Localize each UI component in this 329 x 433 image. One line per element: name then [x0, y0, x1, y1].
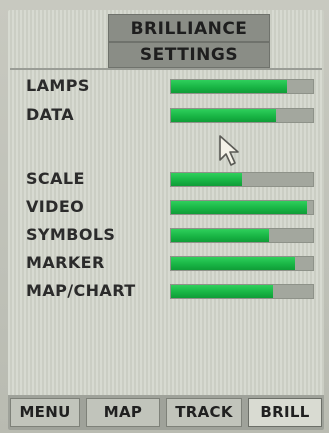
page-title: BRILLIANCE SETTINGS [108, 14, 270, 68]
slider-fill [171, 285, 274, 298]
setting-label: MARKER [26, 253, 105, 272]
slider-fill [171, 80, 288, 93]
title-divider [109, 41, 269, 43]
tab-track[interactable]: TRACK [166, 398, 242, 427]
slider-fill [171, 257, 295, 270]
slider-fill [171, 109, 277, 122]
setting-row-symbols[interactable]: SYMBOLS [8, 224, 324, 248]
slider-fill [171, 201, 308, 214]
slider-fill [171, 173, 242, 186]
title-line-2: SETTINGS [139, 45, 239, 65]
tab-map[interactable]: MAP [86, 398, 160, 427]
brightness-slider-scale[interactable] [170, 172, 314, 187]
brightness-slider-data[interactable] [170, 108, 314, 123]
setting-row-data[interactable]: DATA [8, 104, 324, 128]
tab-bar: MENU MAP TRACK BRILL [8, 395, 324, 430]
tab-menu[interactable]: MENU [10, 398, 80, 427]
brightness-slider-marker[interactable] [170, 256, 314, 271]
tab-brill[interactable]: BRILL [248, 398, 322, 427]
title-line-1: BRILLIANCE [130, 19, 248, 39]
setting-row-map-chart[interactable]: MAP/CHART [8, 280, 324, 304]
panel-divider [10, 68, 322, 70]
setting-label: VIDEO [26, 197, 85, 216]
setting-label: DATA [26, 105, 75, 124]
brightness-slider-lamps[interactable] [170, 79, 314, 94]
setting-row-scale[interactable]: SCALE [8, 168, 324, 192]
setting-row-marker[interactable]: MARKER [8, 252, 324, 276]
setting-label: SYMBOLS [26, 225, 116, 244]
setting-row-lamps[interactable]: LAMPS [8, 75, 324, 99]
setting-label: MAP/CHART [26, 281, 136, 300]
brightness-slider-map-chart[interactable] [170, 284, 314, 299]
device-frame: BRILLIANCE SETTINGS LAMPS DATA SCALE VID… [0, 0, 329, 433]
setting-label: LAMPS [26, 76, 90, 95]
brightness-slider-symbols[interactable] [170, 228, 314, 243]
setting-label: SCALE [26, 169, 85, 188]
display-screen: BRILLIANCE SETTINGS LAMPS DATA SCALE VID… [8, 10, 324, 430]
setting-row-video[interactable]: VIDEO [8, 196, 324, 220]
slider-fill [171, 229, 269, 242]
brightness-slider-video[interactable] [170, 200, 314, 215]
mouse-pointer-icon [219, 135, 239, 166]
